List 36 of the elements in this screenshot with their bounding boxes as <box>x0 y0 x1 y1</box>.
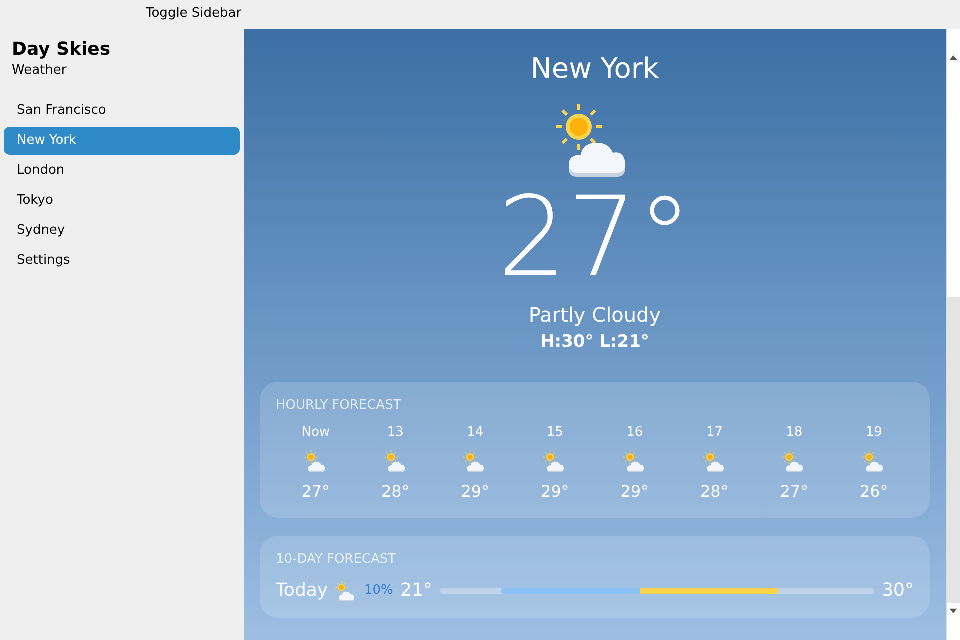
sidebar-item[interactable]: New York <box>4 126 240 154</box>
hour-temperature: 29° <box>460 480 491 502</box>
weather-condition: Partly Cloudy <box>528 302 662 329</box>
high-low-temperature: H:30° L:21° <box>540 331 650 354</box>
hour-label: 19 <box>864 424 884 442</box>
hour-temperature: 29° <box>620 480 650 502</box>
city-name: New York <box>530 52 660 86</box>
panel-title: 10-DAY FORECAST <box>276 550 398 568</box>
high-temperature: 30° <box>882 579 914 603</box>
sidebar-item[interactable]: London <box>4 156 240 184</box>
hour-label: Now <box>300 424 332 442</box>
hour-temperature: 26° <box>858 480 890 502</box>
hour-label: 17 <box>705 424 724 442</box>
hour-temperature: 27° <box>300 480 332 502</box>
hour-temperature: 27° <box>779 480 810 502</box>
day-label: Today <box>276 579 330 603</box>
toggle-sidebar-button[interactable]: Toggle Sidebar <box>146 0 242 28</box>
scrollbar[interactable] <box>946 29 960 640</box>
hour-label: 14 <box>466 424 485 442</box>
sidebar-item[interactable]: Sydney <box>4 216 240 244</box>
sidebar-item[interactable]: Settings <box>4 246 240 274</box>
app-title: Day Skies <box>12 39 112 61</box>
precipitation-chance: 10% <box>364 582 394 600</box>
sidebar-item[interactable]: San Francisco <box>4 96 240 124</box>
hour-label: 18 <box>785 424 804 442</box>
hour-label: 15 <box>546 424 564 442</box>
hour-temperature: 29° <box>540 480 570 502</box>
low-temperature: 21° <box>400 579 432 603</box>
hour-temperature: 28° <box>380 480 411 502</box>
hour-temperature: 28° <box>699 480 730 502</box>
current-temperature: 27° <box>496 182 694 292</box>
hour-label: 16 <box>626 424 644 442</box>
app-subtitle: Weather <box>12 62 68 80</box>
panel-title: HOURLY FORECAST <box>276 396 402 414</box>
sidebar-item[interactable]: Tokyo <box>4 186 240 214</box>
hour-label: 13 <box>386 424 405 442</box>
